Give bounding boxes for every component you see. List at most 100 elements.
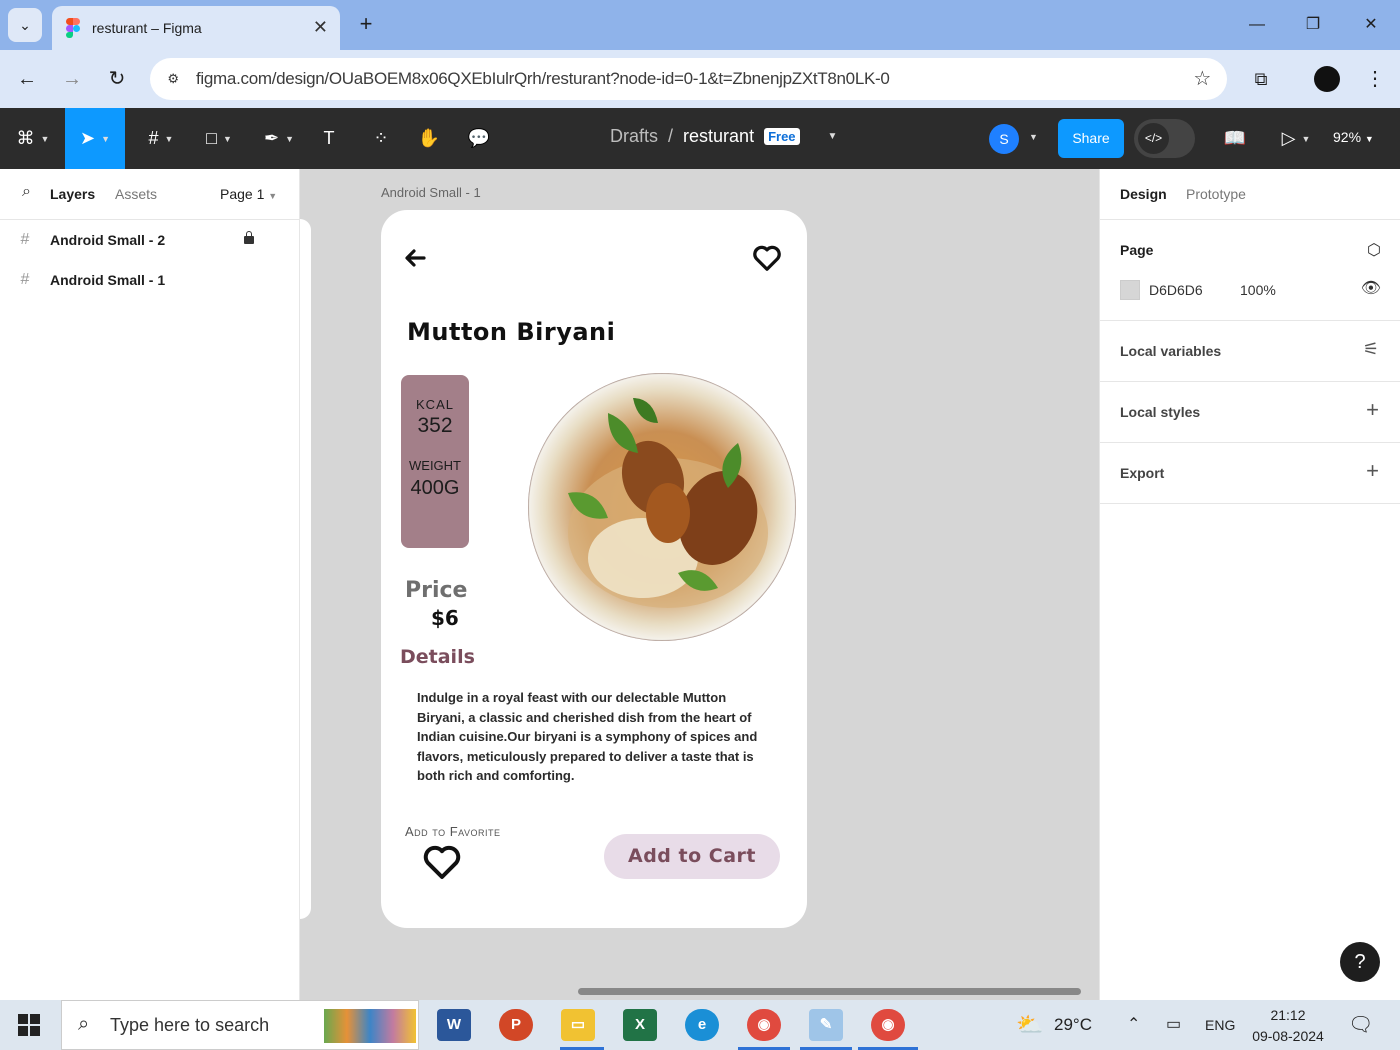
- forward-icon[interactable]: →: [57, 64, 87, 94]
- frame-android-small-1[interactable]: Mutton Biryani KCAL 352 WEIGHT 400G Pric…: [381, 210, 807, 928]
- taskbar-search-input[interactable]: ⌕ Type here to search: [61, 1000, 419, 1050]
- breadcrumb-drafts[interactable]: Drafts: [610, 126, 658, 147]
- browser-tab-bar: ⌄ resturant – Figma ✕ + — ❐ ✕: [0, 0, 1400, 50]
- file-name[interactable]: resturant: [683, 126, 754, 147]
- local-styles-section[interactable]: Local styles +: [1100, 382, 1400, 443]
- variables-icon[interactable]: ⚟: [1363, 339, 1379, 360]
- layer-row[interactable]: # Android Small - 2: [0, 220, 300, 260]
- page-selector[interactable]: Page 1 ▼: [220, 186, 277, 202]
- multiplayer-chevron-icon[interactable]: ▼: [1029, 132, 1038, 142]
- minimize-icon[interactable]: —: [1242, 10, 1272, 40]
- windows-taskbar: ⌕ Type here to search W P ▭ X e ◉ ✎ ◉ ⛅ …: [0, 1000, 1400, 1050]
- browser-tab[interactable]: resturant – Figma ✕: [52, 6, 340, 50]
- page-color-hex[interactable]: D6D6D6: [1149, 282, 1203, 298]
- excel-app-icon[interactable]: X: [623, 1009, 657, 1041]
- biryani-plate-image: [528, 373, 796, 641]
- weather-icon[interactable]: ⛅: [1016, 1012, 1043, 1038]
- extensions-icon[interactable]: ⧉: [1246, 64, 1276, 94]
- local-variables-section[interactable]: Local variables ⚟: [1100, 321, 1400, 382]
- hand-tool-icon[interactable]: ✋: [414, 108, 444, 169]
- add-export-icon[interactable]: +: [1366, 458, 1379, 484]
- site-settings-icon[interactable]: ⚙: [162, 68, 184, 90]
- powerpoint-app-icon[interactable]: P: [499, 1009, 533, 1041]
- tab-prototype[interactable]: Prototype: [1186, 186, 1246, 202]
- text-tool-icon[interactable]: T: [314, 108, 344, 169]
- tab-design[interactable]: Design: [1120, 186, 1167, 202]
- search-icon[interactable]: ⌕: [22, 183, 31, 201]
- tab-search-chevron-icon[interactable]: ⌄: [8, 8, 42, 42]
- search-icon: ⌕: [78, 1013, 90, 1035]
- chrome-profile-icon[interactable]: ◉: [747, 1009, 781, 1041]
- file-explorer-icon[interactable]: ▭: [561, 1009, 595, 1041]
- page-opacity[interactable]: 100%: [1240, 282, 1276, 298]
- browser-menu-icon[interactable]: ⋮: [1360, 64, 1390, 94]
- windows-start-icon[interactable]: [18, 1014, 40, 1036]
- local-styles-title: Local styles: [1120, 404, 1201, 420]
- bookmark-star-icon[interactable]: ☆: [1193, 66, 1211, 91]
- lock-icon[interactable]: [244, 231, 254, 244]
- new-tab-icon[interactable]: +: [352, 10, 380, 38]
- tab-title: resturant – Figma: [92, 20, 202, 36]
- resources-icon[interactable]: ⁘: [366, 108, 396, 169]
- zoom-level[interactable]: 92% ▼: [1333, 129, 1374, 145]
- page-color-swatch[interactable]: [1120, 280, 1140, 300]
- library-icon[interactable]: 📖: [1220, 108, 1250, 169]
- share-button[interactable]: Share: [1058, 119, 1124, 158]
- page-section: Page ⬡ D6D6D6 100% 👁: [1100, 220, 1400, 321]
- file-menu-chevron-icon[interactable]: ▼: [828, 131, 838, 142]
- figma-logo-icon: [66, 18, 80, 38]
- frame-label[interactable]: Android Small - 1: [381, 185, 481, 200]
- move-tool-icon[interactable]: ➤ ▼: [65, 108, 125, 169]
- input-language[interactable]: ENG: [1205, 1017, 1235, 1033]
- add-style-icon[interactable]: +: [1366, 397, 1379, 423]
- shape-tool-icon[interactable]: □ ▼: [196, 108, 242, 169]
- page-section-title: Page: [1120, 242, 1154, 258]
- properties-panel: Design Prototype Page ⬡ D6D6D6 100% 👁 Lo…: [1099, 169, 1400, 1000]
- main-menu-icon[interactable]: ⌘ ▼: [10, 108, 56, 169]
- tab-layers[interactable]: Layers: [50, 186, 95, 202]
- tab-assets[interactable]: Assets: [115, 186, 157, 202]
- clock-date: 09-08-2024: [1252, 1028, 1324, 1044]
- weight-value: 400G: [410, 477, 460, 499]
- local-variables-title: Local variables: [1120, 343, 1222, 359]
- reload-icon[interactable]: ↻: [102, 64, 132, 94]
- layer-row[interactable]: # Android Small - 1: [0, 260, 300, 300]
- frame-tool-icon[interactable]: # ▼: [138, 108, 184, 169]
- profile-avatar[interactable]: [1314, 66, 1340, 92]
- user-avatar[interactable]: S: [989, 124, 1019, 154]
- comment-tool-icon[interactable]: 💬: [464, 108, 494, 169]
- dev-mode-toggle[interactable]: </>: [1134, 119, 1195, 158]
- horizontal-scrollbar[interactable]: [578, 988, 1081, 995]
- edge-browser-icon[interactable]: e: [685, 1009, 719, 1041]
- word-app-icon[interactable]: W: [437, 1009, 471, 1041]
- address-bar-row: ← → ↻ ⚙ figma.com/design/OUaBOEM8x06QXEb…: [0, 50, 1400, 108]
- present-icon[interactable]: ▷ ▼: [1274, 108, 1318, 169]
- back-icon[interactable]: ←: [12, 64, 42, 94]
- restore-icon[interactable]: ❐: [1298, 10, 1328, 40]
- help-icon[interactable]: ?: [1340, 942, 1380, 982]
- details-heading: Details: [400, 646, 475, 668]
- eye-icon[interactable]: 👁: [1361, 278, 1381, 298]
- add-to-cart-button: Add to Cart: [604, 834, 780, 879]
- chrome-app-icon[interactable]: ◉: [871, 1009, 905, 1041]
- code-icon: </>: [1138, 123, 1169, 154]
- export-title: Export: [1120, 465, 1165, 481]
- close-tab-icon[interactable]: ✕: [313, 17, 328, 38]
- clock-time: 21:12: [1270, 1007, 1306, 1023]
- clock[interactable]: 21:12 09-08-2024: [1250, 1005, 1326, 1047]
- notepad-app-icon[interactable]: ✎: [809, 1009, 843, 1041]
- battery-icon[interactable]: ▭: [1166, 1014, 1181, 1034]
- temperature[interactable]: 29°C: [1054, 1015, 1092, 1035]
- pen-tool-icon[interactable]: ✒ ▼: [256, 108, 302, 169]
- url-input[interactable]: ⚙ figma.com/design/OUaBOEM8x06QXEbIulrQr…: [150, 58, 1227, 100]
- frame-android-small-2-edge[interactable]: [300, 219, 311, 919]
- show-hidden-icons-icon[interactable]: ⌃: [1127, 1014, 1140, 1034]
- close-window-icon[interactable]: ✕: [1356, 10, 1386, 40]
- color-styles-icon[interactable]: ⬡: [1367, 240, 1381, 260]
- design-canvas[interactable]: Android Small - 1 Mutton Biryani KCAL 35…: [300, 169, 1099, 1000]
- add-to-favorite-label: Add to Favorite: [405, 824, 501, 839]
- frame-icon: #: [20, 231, 30, 248]
- export-section[interactable]: Export +: [1100, 443, 1400, 504]
- notifications-icon[interactable]: 🗨: [1348, 1012, 1373, 1037]
- heart-icon: [753, 245, 781, 271]
